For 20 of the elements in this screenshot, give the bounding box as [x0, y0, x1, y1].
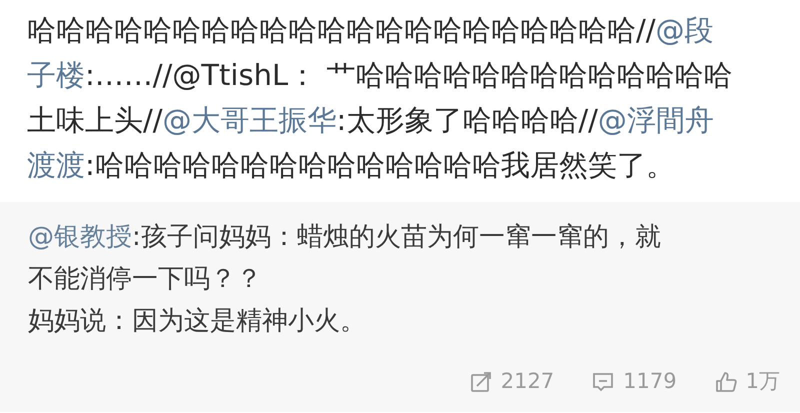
mention-link[interactable]: 渡渡	[27, 148, 85, 182]
repost-icon	[470, 370, 492, 393]
comment-button[interactable]: 1179	[592, 366, 677, 398]
post-text: :哈哈哈哈哈哈哈哈哈哈哈哈哈哈我居然笑了。	[85, 148, 675, 182]
post-text: 不能消停一下吗？？	[28, 264, 262, 294]
post-text: 哈哈哈哈哈哈哈哈哈哈哈哈哈哈哈哈哈哈哈哈哈//	[27, 13, 656, 47]
post-text: :……//@TtishL： 艹哈哈哈哈哈哈哈哈哈哈哈哈哈	[85, 58, 732, 92]
thumbs-up-icon	[714, 370, 737, 393]
mention-link[interactable]: @银教授	[28, 222, 132, 252]
like-button[interactable]: 1万	[714, 366, 780, 398]
post-text: :孩子问妈妈：蜡烛的火苗为何一窜一窜的，就	[132, 222, 661, 252]
mention-link[interactable]: @浮間舟	[598, 103, 714, 137]
mention-link[interactable]: @段	[656, 13, 714, 47]
mention-link[interactable]: 子楼	[27, 58, 85, 92]
repost-button[interactable]: 2127	[470, 366, 554, 398]
comment-icon	[592, 370, 614, 393]
post-text: 妈妈说：因为这是精神小火。	[28, 306, 366, 336]
post-text: :太形象了哈哈哈哈//	[336, 103, 598, 137]
mention-link[interactable]: @大哥王振华	[162, 103, 337, 137]
post-text: 土味上头//	[27, 103, 163, 137]
